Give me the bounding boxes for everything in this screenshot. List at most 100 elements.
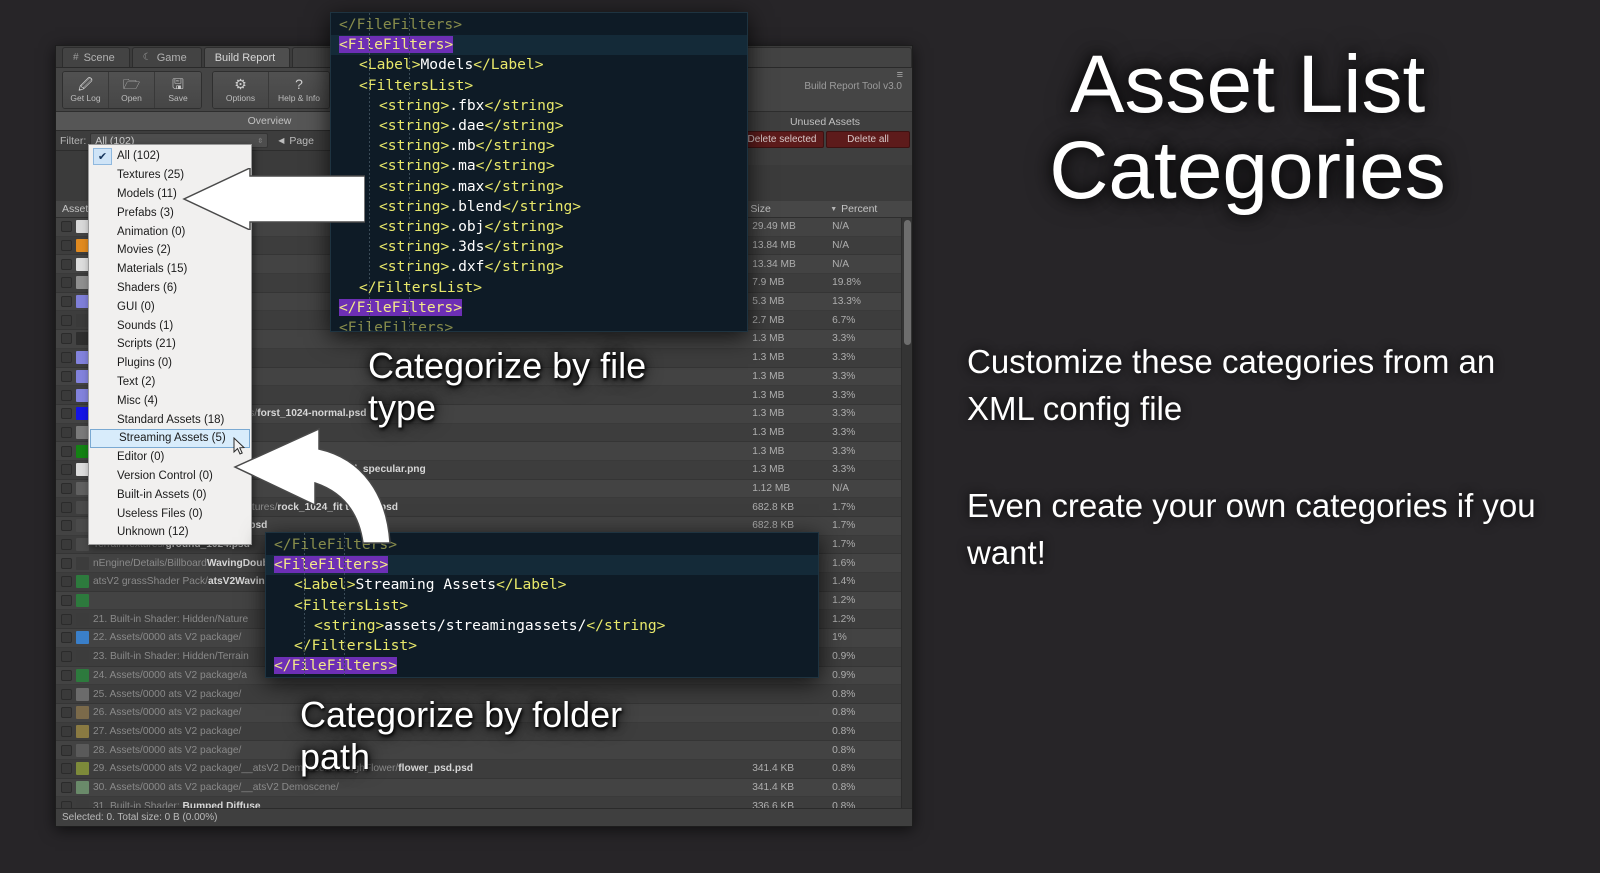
asset-size: 1.3 MB xyxy=(752,408,785,420)
code-line: <string>assets/streamingassets/</string> xyxy=(266,616,818,636)
asset-row-checkbox[interactable] xyxy=(61,277,72,289)
asset-row-checkbox[interactable] xyxy=(61,800,72,808)
asset-percent: 13.3% xyxy=(832,296,861,308)
filter-option-label: Prefabs (3) xyxy=(117,206,174,219)
asset-percent: 3.3% xyxy=(832,426,856,438)
asset-row-checkbox[interactable] xyxy=(61,333,72,345)
filter-option-plugins-0[interactable]: Plugins (0) xyxy=(89,354,251,373)
asset-row-checkbox[interactable] xyxy=(61,613,72,625)
code-token: .mb xyxy=(449,137,476,155)
column-header-percent[interactable]: ▼ Percent xyxy=(824,203,912,215)
asset-row-checkbox[interactable] xyxy=(61,240,72,252)
code-token: <string> xyxy=(379,137,450,155)
filter-option-label: Textures (25) xyxy=(117,169,185,182)
asset-row-checkbox[interactable] xyxy=(61,352,72,364)
code-token: <string> xyxy=(379,157,450,175)
asset-row-checkbox[interactable] xyxy=(61,426,72,438)
asset-type-icon xyxy=(76,799,89,808)
asset-row-checkbox[interactable] xyxy=(61,744,72,756)
filter-option-materials-15[interactable]: Materials (15) xyxy=(89,260,251,279)
filter-option-text-2[interactable]: Text (2) xyxy=(89,373,251,392)
delete-all-button[interactable]: Delete all xyxy=(826,131,910,148)
callout-folder-path: Categorize by folder path xyxy=(300,694,623,777)
asset-row-checkbox[interactable] xyxy=(61,688,72,700)
checkbox-empty-icon xyxy=(93,185,112,202)
asset-row-checkbox[interactable] xyxy=(61,520,72,532)
tab-build-report-label: Build Report xyxy=(214,51,276,64)
column-header-size[interactable]: Size xyxy=(744,203,824,215)
scrollbar-thumb[interactable] xyxy=(904,220,911,345)
filter-option-shaders-6[interactable]: Shaders (6) xyxy=(89,279,251,298)
asset-row-checkbox[interactable] xyxy=(61,595,72,607)
asset-row-checkbox[interactable] xyxy=(61,314,72,326)
window-menu-icon[interactable]: ≡ xyxy=(897,69,904,81)
asset-row-checkbox[interactable] xyxy=(61,296,72,308)
asset-row-checkbox[interactable] xyxy=(61,482,72,494)
tab-scene[interactable]: # Scene xyxy=(62,47,130,67)
asset-percent: 1.7% xyxy=(832,501,856,513)
chevron-updown-icon: ⇳ xyxy=(257,137,264,145)
filter-option-all-102[interactable]: ✔ All (102) xyxy=(89,147,251,166)
filter-option-scripts-21[interactable]: Scripts (21) xyxy=(89,335,251,354)
code-token: </string> xyxy=(484,117,564,135)
asset-row[interactable]: 30. Assets/0000 ats V2 package/__atsV2 D… xyxy=(56,778,912,798)
asset-row-checkbox[interactable] xyxy=(61,258,72,270)
checkbox-empty-icon xyxy=(93,505,112,522)
asset-size: 2.7 MB xyxy=(752,314,785,326)
asset-size: 1.12 MB xyxy=(752,482,791,494)
asset-row-checkbox[interactable] xyxy=(61,725,72,737)
filter-option-label: Materials (15) xyxy=(117,263,188,276)
help-info-button[interactable]: ? Help & Info xyxy=(269,71,329,108)
asset-list-scrollbar[interactable] xyxy=(901,218,912,808)
asset-row-checkbox[interactable] xyxy=(61,632,72,644)
page-prev-button[interactable]: ◀ xyxy=(278,136,284,145)
asset-percent: 0.8% xyxy=(832,744,856,756)
asset-row-checkbox[interactable] xyxy=(61,539,72,551)
filter-option-movies-2[interactable]: Movies (2) xyxy=(89,241,251,260)
asset-row-checkbox[interactable] xyxy=(61,707,72,719)
code-token: <FileFilters> xyxy=(274,677,388,678)
open-button[interactable]: 🗁 Open xyxy=(109,71,155,108)
get-log-label: Get Log xyxy=(70,92,101,103)
asset-row-checkbox[interactable] xyxy=(61,501,72,513)
filter-option-sounds-1[interactable]: Sounds (1) xyxy=(89,316,251,335)
tab-game[interactable]: ☾ Game xyxy=(131,47,202,67)
delete-selected-button[interactable]: Delete selected xyxy=(740,131,824,148)
asset-row-checkbox[interactable] xyxy=(61,464,72,476)
code-line: <string>.3ds</string> xyxy=(331,237,747,257)
checkmark-icon: ✔ xyxy=(93,147,112,165)
checkbox-empty-icon xyxy=(93,167,112,184)
code-token: .obj xyxy=(449,218,485,236)
asset-row-checkbox[interactable] xyxy=(61,557,72,569)
asset-row-checkbox[interactable] xyxy=(61,408,72,420)
asset-row-checkbox[interactable] xyxy=(61,763,72,775)
options-button[interactable]: ⚙ Options xyxy=(213,71,269,108)
checkbox-empty-icon xyxy=(93,524,112,541)
get-log-button[interactable]: 🖉 Get Log xyxy=(63,71,109,108)
checkbox-empty-icon xyxy=(93,411,112,428)
asset-size: 13.34 MB xyxy=(752,258,796,270)
checkbox-empty-icon xyxy=(93,223,112,240)
filter-option-label: Plugins (0) xyxy=(117,357,172,370)
asset-row-checkbox[interactable] xyxy=(61,389,72,401)
asset-type-icon xyxy=(76,612,89,626)
code-token: </string> xyxy=(484,96,564,114)
filter-option-misc-4[interactable]: Misc (4) xyxy=(89,391,251,410)
asset-row[interactable]: 31. Built-in Shader: Bumped Diffuse 336.6… xyxy=(56,797,912,808)
asset-row-checkbox[interactable] xyxy=(61,221,72,233)
save-button[interactable]: 🖫 Save xyxy=(155,71,201,108)
checkbox-empty-icon xyxy=(93,392,112,409)
tab-build-report[interactable]: Build Report xyxy=(203,47,291,67)
asset-row-checkbox[interactable] xyxy=(61,781,72,793)
asset-row-checkbox[interactable] xyxy=(61,576,72,588)
asset-row-checkbox[interactable] xyxy=(61,370,72,382)
asset-size: 5.3 MB xyxy=(752,296,785,308)
code-line: <FileFilters> xyxy=(331,318,747,331)
asset-row-checkbox[interactable] xyxy=(61,445,72,457)
asset-row-checkbox[interactable] xyxy=(61,669,72,681)
filter-option-label: Models (11) xyxy=(117,187,177,200)
code-token: </Label> xyxy=(496,576,567,594)
filter-option-gui-0[interactable]: GUI (0) xyxy=(89,297,251,316)
asset-row-checkbox[interactable] xyxy=(61,651,72,663)
asset-size: 341.4 KB xyxy=(752,781,795,793)
